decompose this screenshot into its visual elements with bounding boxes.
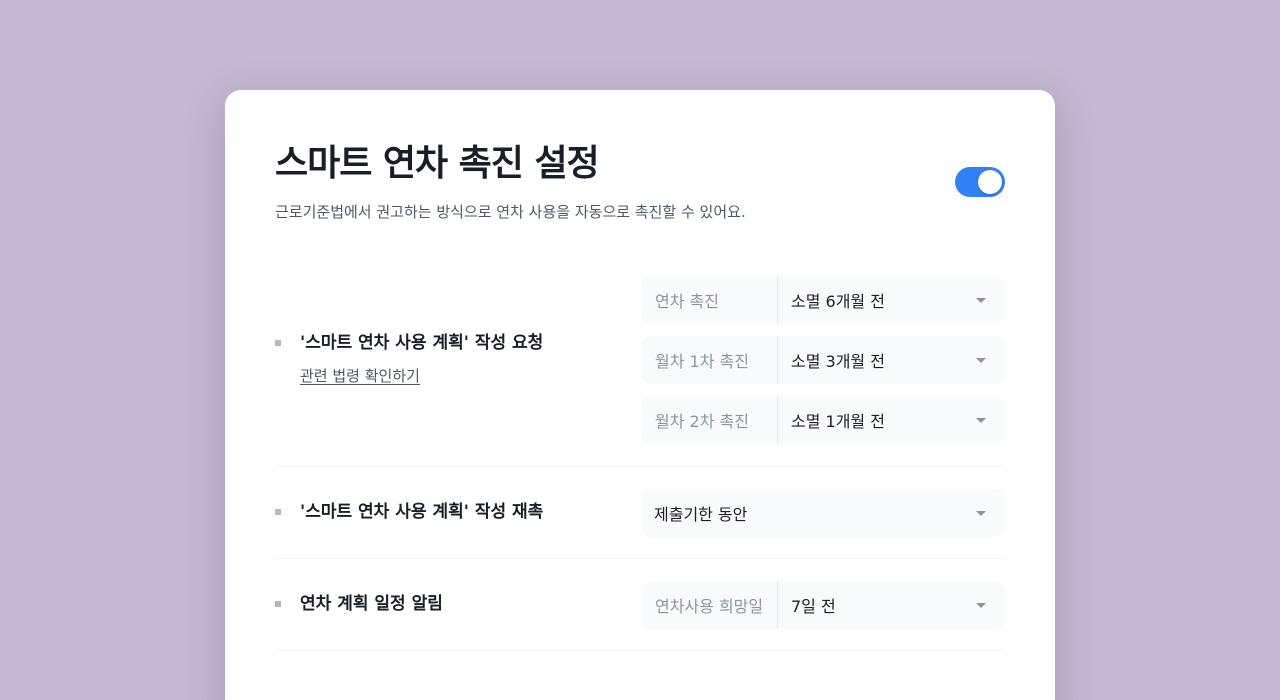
select-label: 연차 촉진: [641, 276, 778, 324]
annual-promotion-select[interactable]: 연차 촉진 소멸 6개월 전: [641, 276, 1005, 324]
section-divider: [275, 466, 1005, 467]
bullet-icon: [275, 509, 281, 515]
settings-card: 스마트 연차 촉진 설정 근로기준법에서 권고하는 방식으로 연차 사용을 자동…: [225, 90, 1055, 700]
chevron-down-icon: [976, 417, 986, 423]
monthly-first-promotion-select[interactable]: 월차 1차 촉진 소멸 3개월 전: [641, 336, 1005, 384]
page-title: 스마트 연차 촉진 설정: [275, 143, 600, 184]
request-label: '스마트 연차 사용 계획' 작성 요청: [300, 333, 544, 353]
section-divider: [275, 650, 1005, 651]
select-value: 제출기한 동안: [654, 505, 748, 524]
toggle-knob: [978, 170, 1002, 194]
request-section-label: '스마트 연차 사용 계획' 작성 요청 관련 법령 확인하기: [275, 332, 543, 386]
monthly-second-promotion-select[interactable]: 월차 2차 촉진 소멸 1개월 전: [641, 396, 1005, 444]
section-divider: [275, 558, 1005, 559]
page-subtitle: 근로기준법에서 권고하는 방식으로 연차 사용을 자동으로 촉진할 수 있어요.: [275, 203, 746, 221]
select-value: 소멸 1개월 전: [791, 412, 885, 431]
remind-label: '스마트 연차 사용 계획' 작성 재촉: [300, 502, 544, 522]
select-value: 소멸 3개월 전: [791, 352, 885, 371]
bullet-icon: [275, 601, 281, 607]
notify-schedule-select[interactable]: 연차사용 희망일 7일 전: [641, 581, 1005, 629]
notify-label: 연차 계획 일정 알림: [300, 594, 443, 614]
related-law-link[interactable]: 관련 법령 확인하기: [300, 365, 543, 386]
select-label: 월차 2차 촉진: [641, 396, 778, 444]
chevron-down-icon: [976, 510, 986, 516]
chevron-down-icon: [976, 602, 986, 608]
remind-period-select[interactable]: 제출기한 동안: [641, 489, 1005, 537]
select-value: 7일 전: [791, 597, 836, 616]
smart-promotion-toggle[interactable]: [955, 167, 1005, 197]
bullet-icon: [275, 340, 281, 346]
chevron-down-icon: [976, 357, 986, 363]
notify-section-label: 연차 계획 일정 알림: [275, 593, 443, 615]
chevron-down-icon: [976, 297, 986, 303]
select-value: 소멸 6개월 전: [791, 292, 885, 311]
remind-section-label: '스마트 연차 사용 계획' 작성 재촉: [275, 501, 543, 523]
select-label: 월차 1차 촉진: [641, 336, 778, 384]
select-label: 연차사용 희망일: [641, 581, 778, 629]
